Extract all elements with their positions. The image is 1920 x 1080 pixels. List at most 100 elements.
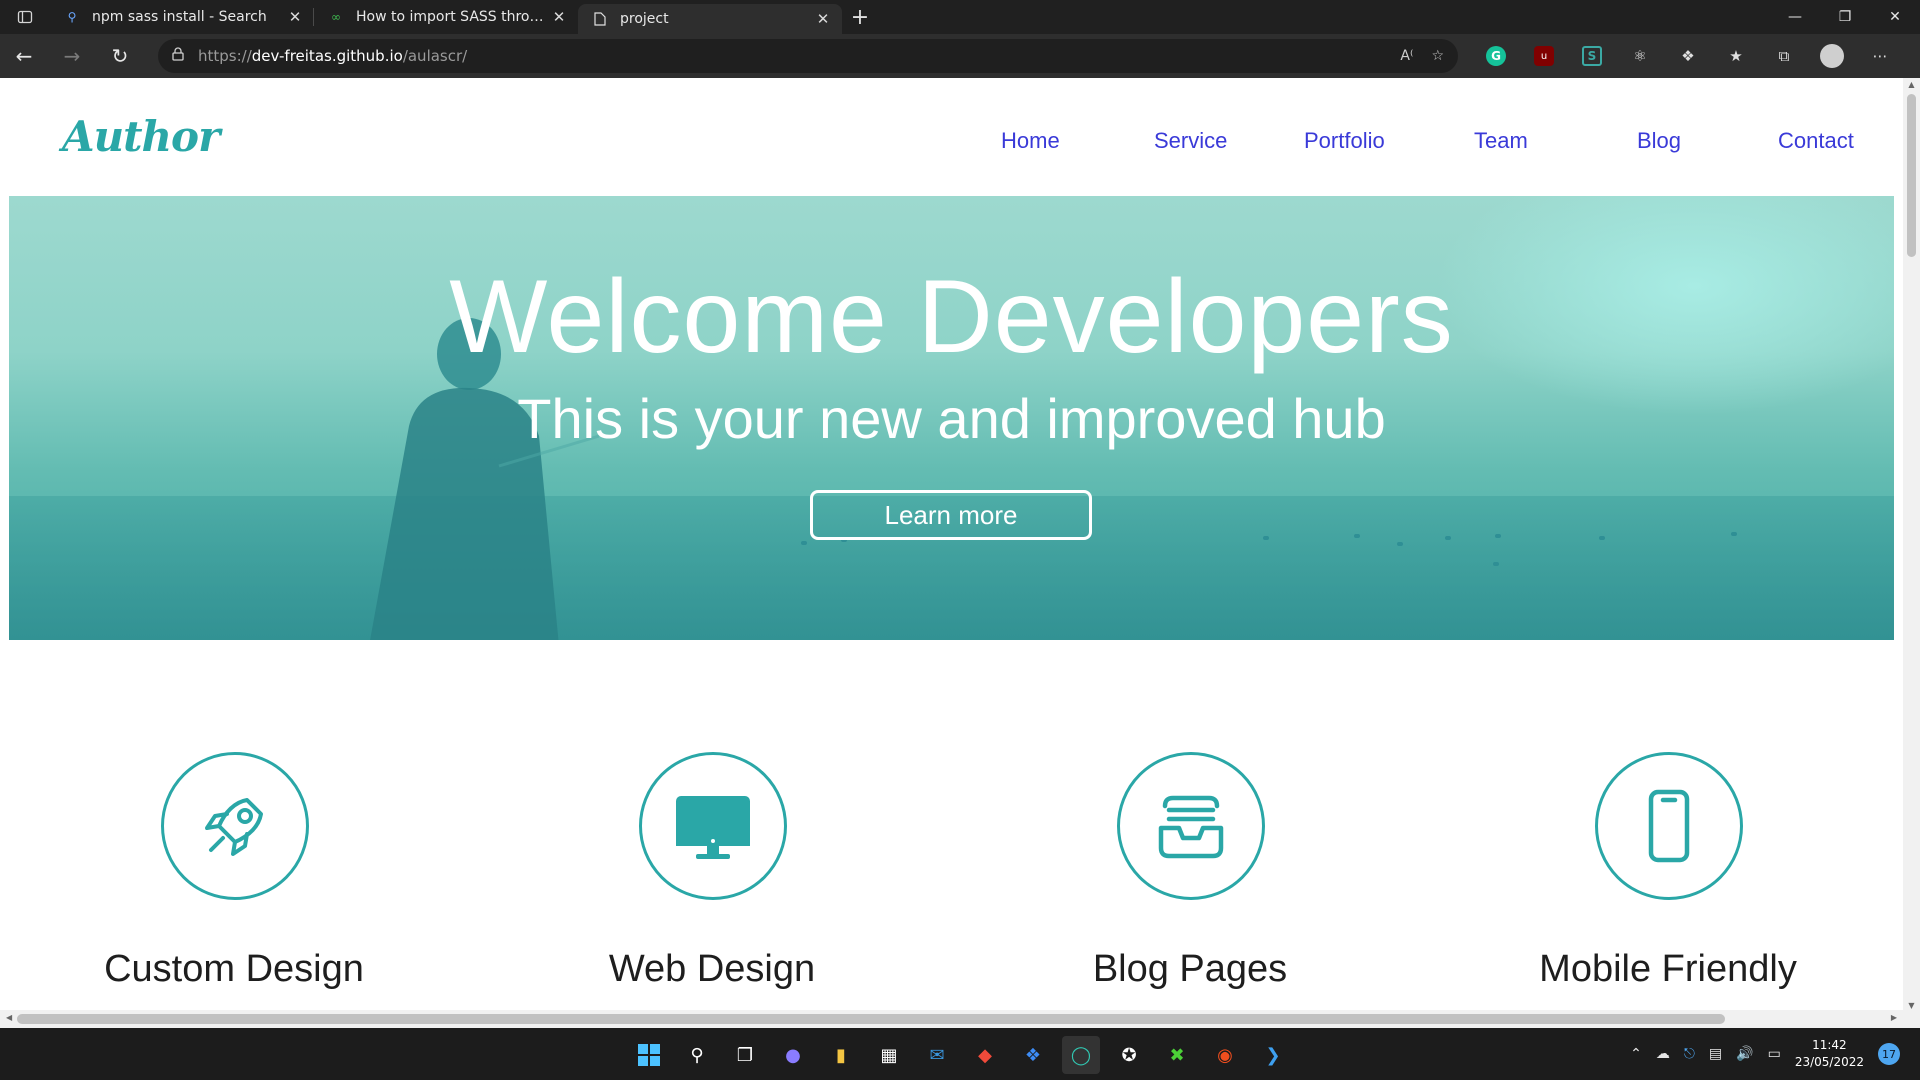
tab-title: How to import SASS through npm xyxy=(356,9,550,25)
back-icon[interactable]: ← xyxy=(0,34,48,78)
clock-time: 11:42 xyxy=(1812,1038,1847,1052)
scroll-right-icon[interactable]: ▶ xyxy=(1891,1013,1897,1022)
hero-sea-dot xyxy=(1493,562,1499,566)
page-viewport: Author Home Service Portfolio Team Blog … xyxy=(0,78,1920,1028)
profile-icon[interactable] xyxy=(1820,44,1844,68)
new-tab-button[interactable]: + xyxy=(842,0,878,34)
close-tab-icon[interactable]: ✕ xyxy=(550,8,568,26)
refresh-icon[interactable]: ↻ xyxy=(96,34,144,78)
clock-date: 23/05/2022 xyxy=(1794,1055,1864,1069)
horizontal-scrollbar[interactable]: ◀ ▶ xyxy=(0,1010,1903,1028)
nav-contact[interactable]: Contact xyxy=(1778,128,1854,154)
lock-icon[interactable] xyxy=(172,47,184,65)
file-explorer-icon[interactable]: ▮ xyxy=(822,1036,860,1074)
restore-icon[interactable]: ❐ xyxy=(1820,0,1870,34)
show-hidden-icons-icon[interactable]: ⌃ xyxy=(1630,1046,1642,1062)
add-favorite-icon[interactable]: ☆ xyxy=(1431,48,1444,64)
battery-icon[interactable]: ▭ xyxy=(1768,1046,1781,1062)
stylus-icon[interactable]: S xyxy=(1582,46,1602,66)
feature-title: Web Design xyxy=(608,948,816,990)
smartphone-icon xyxy=(1648,789,1690,863)
site-nav: Home Service Portfolio Team Blog Contact xyxy=(1000,128,1860,158)
microphone-icon[interactable]: ⎋ xyxy=(1684,1046,1695,1062)
nav-service[interactable]: Service xyxy=(1154,128,1227,154)
vertical-scroll-thumb[interactable] xyxy=(1907,94,1916,257)
binoculars-icon: ∞ xyxy=(331,10,341,24)
nav-blog[interactable]: Blog xyxy=(1637,128,1681,154)
url-path: /aulascr/ xyxy=(402,47,468,65)
vertical-scrollbar[interactable]: ▲ ▼ xyxy=(1903,78,1920,1028)
feature-icon-circle xyxy=(161,752,309,900)
react-devtools-icon[interactable]: ⚛ xyxy=(1622,38,1658,74)
tab-title: project xyxy=(620,11,669,27)
mail-icon[interactable]: ✉ xyxy=(918,1036,956,1074)
grammarly-icon[interactable]: G xyxy=(1486,46,1506,66)
tab-title: npm sass install - Search xyxy=(92,9,267,25)
collections-icon[interactable]: ⧉ xyxy=(1766,38,1802,74)
site-header: Author Home Service Portfolio Team Blog … xyxy=(0,78,1903,196)
close-window-icon[interactable]: ✕ xyxy=(1870,0,1920,34)
address-bar[interactable]: https:// dev-freitas.github.io /aulascr/… xyxy=(158,39,1458,73)
nav-team[interactable]: Team xyxy=(1474,128,1528,154)
hero-sea-dot xyxy=(1263,536,1269,540)
chat-icon[interactable]: ● xyxy=(774,1036,812,1074)
notifications-badge[interactable]: 17 xyxy=(1878,1043,1900,1065)
minimize-icon[interactable]: — xyxy=(1770,0,1820,34)
ublock-icon[interactable]: u xyxy=(1534,46,1554,66)
hero-sea-dot xyxy=(1731,532,1737,536)
xbox-icon[interactable]: ✖ xyxy=(1158,1036,1196,1074)
hero-title: Welcome Developers xyxy=(449,259,1454,375)
browser-tab-search[interactable]: ⚲ npm sass install - Search ✕ xyxy=(50,0,314,34)
browser-tab-bar: ⚲ npm sass install - Search ✕ ∞ How to i… xyxy=(0,0,1920,34)
edge-icon[interactable]: ◯ xyxy=(1062,1036,1100,1074)
feature-icon-circle xyxy=(1595,752,1743,900)
scroll-up-icon[interactable]: ▲ xyxy=(1903,80,1920,89)
learn-more-button[interactable]: Learn more xyxy=(810,490,1092,540)
monitor-icon xyxy=(676,796,750,859)
app-diamond-icon[interactable]: ◆ xyxy=(966,1036,1004,1074)
feature-icon-circle xyxy=(639,752,787,900)
close-tab-icon[interactable]: ✕ xyxy=(814,10,832,28)
feature-icon-circle xyxy=(1117,752,1265,900)
volume-icon[interactable]: 🔊 xyxy=(1736,1046,1753,1062)
feature-title: Mobile Friendly xyxy=(1539,948,1797,990)
vscode-icon[interactable]: ❯ xyxy=(1254,1036,1292,1074)
more-icon[interactable]: ⋯ xyxy=(1862,38,1898,74)
browser-toolbar: ← → ↻ https:// dev-freitas.github.io /au… xyxy=(0,34,1920,78)
dropbox-icon[interactable]: ❖ xyxy=(1014,1036,1052,1074)
start-icon[interactable] xyxy=(630,1036,668,1074)
inbox-tray-icon xyxy=(1158,795,1224,859)
network-icon[interactable]: ▤ xyxy=(1709,1046,1722,1062)
read-aloud-icon[interactable]: A⁽ xyxy=(1400,48,1413,64)
hero-sea-dot xyxy=(801,541,807,545)
scroll-left-icon[interactable]: ◀ xyxy=(6,1013,12,1022)
horizontal-scroll-thumb[interactable] xyxy=(17,1014,1725,1024)
url-host: dev-freitas.github.io xyxy=(251,47,403,65)
favorites-icon[interactable]: ★ xyxy=(1718,38,1754,74)
figma-icon[interactable]: ◉ xyxy=(1206,1036,1244,1074)
hero-sea-dot xyxy=(1445,536,1451,540)
hero-banner: Welcome Developers This is your new and … xyxy=(9,196,1894,640)
close-tab-icon[interactable]: ✕ xyxy=(286,8,304,26)
nav-portfolio[interactable]: Portfolio xyxy=(1304,128,1385,154)
feature-title: Custom Design xyxy=(104,948,364,990)
forward-icon[interactable]: → xyxy=(48,34,96,78)
store-icon[interactable]: ▦ xyxy=(870,1036,908,1074)
hero-subtitle: This is your new and improved hub xyxy=(517,387,1386,450)
hero-sea-dot xyxy=(1397,542,1403,546)
clock[interactable]: 11:42 23/05/2022 xyxy=(1795,1037,1864,1071)
url-scheme: https:// xyxy=(198,47,252,65)
task-view-icon[interactable]: ❐ xyxy=(726,1036,764,1074)
search-icon[interactable]: ⚲ xyxy=(678,1036,716,1074)
scroll-down-icon[interactable]: ▼ xyxy=(1903,1001,1920,1010)
browser-tab-stackoverflow[interactable]: ∞ How to import SASS through npm ✕ xyxy=(314,0,578,34)
extensions-icon[interactable]: ❖ xyxy=(1670,38,1706,74)
slack-icon[interactable]: ✪ xyxy=(1110,1036,1148,1074)
nav-home[interactable]: Home xyxy=(1001,128,1060,154)
onedrive-icon[interactable]: ☁ xyxy=(1656,1046,1670,1062)
hero-sea-dot xyxy=(1354,534,1360,538)
browser-tab-project[interactable]: project ✕ xyxy=(578,4,842,34)
tab-actions-icon[interactable] xyxy=(0,0,50,34)
site-logo[interactable]: Author xyxy=(62,112,220,161)
search-icon: ⚲ xyxy=(67,10,77,24)
